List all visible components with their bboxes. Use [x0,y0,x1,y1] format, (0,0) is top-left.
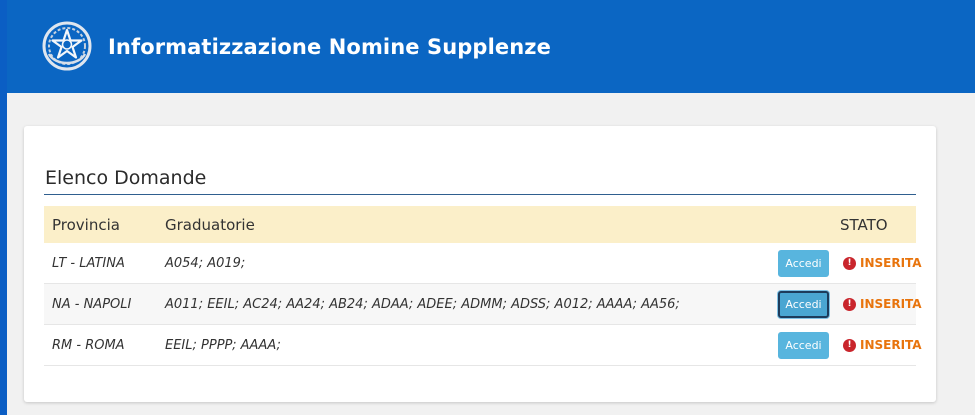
cell-graduatorie: A011; EEIL; AC24; AA24; AB24; ADAA; ADEE… [165,296,680,312]
app-header: Informatizzazione Nomine Supplenze [7,0,975,93]
table-row: LT - LATINA A054; A019; Accedi ! INSERIT… [44,243,922,284]
alert-circle-icon: ! [843,256,856,270]
cell-stato: ! INSERITA [843,325,922,365]
alert-circle-icon: ! [843,338,856,352]
cell-action: Accedi [778,284,829,324]
status-label: INSERITA [860,338,922,352]
column-header-provincia: Provincia [52,215,120,234]
accedi-button[interactable]: Accedi [778,249,829,277]
cell-provincia: NA - NAPOLI [52,296,132,312]
table-row: NA - NAPOLI A011; EEIL; AC24; AA24; AB24… [44,284,922,325]
status-badge: ! INSERITA [843,256,922,270]
domande-card: Elenco Domande Provincia Graduatorie STA… [24,126,936,402]
status-label: INSERITA [860,256,922,270]
app-title: Informatizzazione Nomine Supplenze [108,35,551,59]
cell-provincia: LT - LATINA [52,255,125,271]
table-header-row: Provincia Graduatorie STATO [44,206,916,243]
status-badge: ! INSERITA [843,297,922,311]
cell-stato: ! INSERITA [843,243,922,283]
title-divider [44,194,916,195]
alert-circle-icon: ! [843,297,856,311]
cell-provincia: RM - ROMA [52,337,125,353]
cell-graduatorie: A054; A019; [165,255,246,271]
accedi-button[interactable]: Accedi [778,331,829,359]
cell-action: Accedi [778,325,829,365]
status-label: INSERITA [860,297,922,311]
accedi-button[interactable]: Accedi [778,290,829,318]
card-title: Elenco Domande [45,167,207,189]
cell-action: Accedi [778,243,829,283]
cell-graduatorie: EEIL; PPPP; AAAA; [165,337,281,353]
table-row: RM - ROMA EEIL; PPPP; AAAA; Accedi ! INS… [44,325,922,366]
domande-table: Provincia Graduatorie STATO LT - LATINA … [44,206,922,366]
window-edge [0,0,7,415]
cell-stato: ! INSERITA [843,284,922,324]
column-header-stato: STATO [840,215,888,234]
column-header-graduatorie: Graduatorie [165,215,255,234]
status-badge: ! INSERITA [843,338,922,352]
italian-republic-emblem-icon [42,21,92,71]
